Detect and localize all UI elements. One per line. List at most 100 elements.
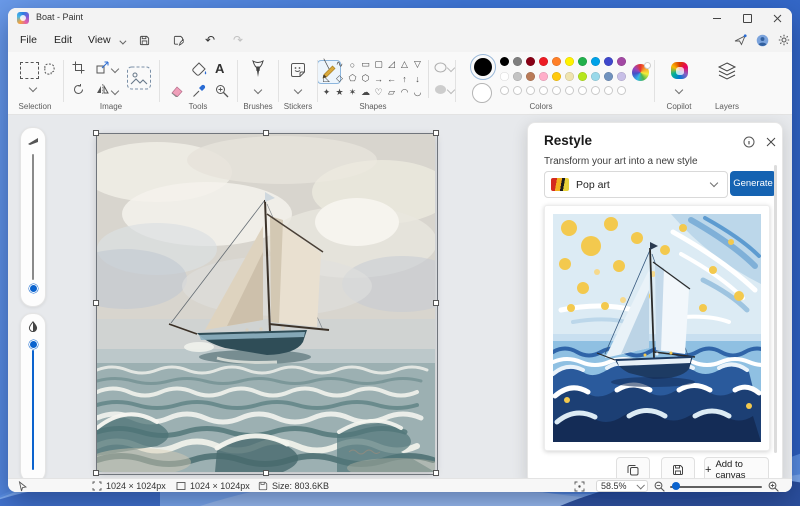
palette-empty-slot[interactable] — [513, 86, 522, 95]
opacity-slider[interactable] — [20, 313, 46, 483]
shape-cell[interactable]: ▽ — [411, 58, 424, 71]
zoom-out-button[interactable] — [654, 480, 665, 492]
close-button[interactable] — [762, 8, 792, 28]
menu-edit[interactable]: Edit — [50, 32, 76, 48]
restyle-close-button[interactable] — [764, 135, 778, 149]
selection-chevron-icon[interactable] — [28, 83, 38, 93]
selection-handle-w[interactable] — [93, 300, 99, 306]
palette-empty-slot[interactable] — [500, 86, 509, 95]
palette-color[interactable] — [552, 57, 561, 66]
brush-size-thumb[interactable] — [28, 284, 38, 293]
zoom-in-button[interactable] — [768, 480, 779, 492]
menu-file[interactable]: File — [16, 32, 41, 48]
palette-color[interactable] — [552, 72, 561, 81]
menu-view[interactable]: View — [84, 32, 115, 48]
restyle-info-button[interactable] — [742, 135, 756, 149]
copilot-icon[interactable] — [671, 62, 688, 79]
palette-color[interactable] — [591, 57, 600, 66]
palette-color[interactable] — [513, 72, 522, 81]
shape-cell[interactable]: △ — [398, 58, 411, 71]
shape-cell[interactable]: ▱ — [385, 86, 398, 99]
selection-handle-se[interactable] — [433, 470, 439, 476]
shape-cell[interactable]: ▢ — [372, 58, 385, 71]
palette-empty-slot[interactable] — [617, 86, 626, 95]
palette-color[interactable] — [526, 57, 535, 66]
flip-chevron-icon[interactable] — [110, 86, 120, 96]
shape-cell[interactable]: ⬠ — [346, 72, 359, 85]
save-as-button[interactable] — [168, 31, 188, 49]
selection-handle-e[interactable] — [433, 300, 439, 306]
palette-empty-slot[interactable] — [552, 86, 561, 95]
palette-color[interactable] — [578, 72, 587, 81]
color1-swatch[interactable] — [470, 54, 496, 80]
fit-to-screen-button[interactable] — [574, 480, 585, 492]
palette-color[interactable] — [500, 57, 509, 66]
rectangle-select-icon[interactable] — [20, 62, 39, 79]
shape-cell[interactable]: ◠ — [398, 86, 411, 99]
minimize-button[interactable] — [702, 8, 732, 28]
shape-cell[interactable]: ⬡ — [359, 72, 372, 85]
copilot-chevron-icon[interactable] — [674, 85, 684, 95]
zoom-slider-thumb[interactable] — [672, 482, 680, 490]
shape-cell[interactable]: ∿ — [333, 58, 346, 71]
layers-icon[interactable] — [717, 61, 737, 81]
palette-empty-slot[interactable] — [539, 86, 548, 95]
eraser-tool-icon[interactable] — [168, 85, 183, 98]
sticker-icon[interactable] — [290, 62, 306, 78]
shape-cell[interactable]: ▭ — [359, 58, 372, 71]
palette-color[interactable] — [565, 57, 574, 66]
shape-cell[interactable]: ○ — [346, 58, 359, 71]
background-removal-icon[interactable] — [126, 64, 152, 92]
palette-empty-slot[interactable] — [604, 86, 613, 95]
shape-cell[interactable]: ← — [385, 72, 398, 85]
stickers-chevron-icon[interactable] — [293, 85, 303, 95]
redo-button[interactable]: ↷ — [228, 31, 248, 49]
eyedropper-tool-icon[interactable] — [192, 84, 206, 98]
opacity-thumb[interactable] — [28, 340, 38, 349]
generate-button[interactable]: Generate — [730, 171, 776, 196]
rotate-icon[interactable] — [72, 83, 85, 96]
palette-color[interactable] — [513, 57, 522, 66]
selection-handle-nw[interactable] — [93, 130, 99, 136]
resize-icon[interactable] — [96, 61, 109, 74]
resize-chevron-icon[interactable] — [110, 64, 120, 74]
outline-chevron-icon[interactable] — [446, 63, 456, 73]
account-button[interactable] — [752, 31, 772, 49]
shape-cell[interactable]: ╲ — [320, 58, 333, 71]
shape-cell[interactable]: ↑ — [398, 72, 411, 85]
flip-icon[interactable] — [96, 83, 109, 96]
settings-button[interactable] — [774, 31, 792, 49]
save-button[interactable] — [134, 31, 154, 49]
share-button[interactable] — [730, 31, 750, 49]
palette-color[interactable] — [604, 57, 613, 66]
crop-icon[interactable] — [72, 61, 85, 74]
shape-cell[interactable]: → — [372, 72, 385, 85]
palette-empty-slot[interactable] — [591, 86, 600, 95]
shape-cell[interactable]: ✶ — [346, 86, 359, 99]
fill-tool-icon[interactable] — [192, 62, 207, 77]
palette-empty-slot[interactable] — [578, 86, 587, 95]
palette-color[interactable] — [565, 72, 574, 81]
palette-color[interactable] — [526, 72, 535, 81]
text-tool-icon[interactable]: A — [215, 61, 224, 76]
maximize-button[interactable] — [732, 8, 762, 28]
shape-cell[interactable]: ↓ — [411, 72, 424, 85]
fill-chevron-icon[interactable] — [446, 85, 456, 95]
magnifier-tool-icon[interactable] — [215, 84, 229, 98]
shape-outline-icon[interactable] — [434, 62, 447, 73]
zoom-slider-track[interactable] — [670, 485, 762, 488]
shape-cell[interactable]: ◇ — [333, 72, 346, 85]
palette-color[interactable] — [617, 72, 626, 81]
palette-color[interactable] — [617, 57, 626, 66]
palette-color[interactable] — [591, 72, 600, 81]
edit-colors-icon[interactable] — [632, 62, 651, 81]
restyle-scrollbar[interactable] — [774, 165, 777, 453]
brushes-chevron-icon[interactable] — [253, 85, 263, 95]
undo-button[interactable]: ↶ — [200, 31, 220, 49]
shape-cell[interactable]: ☁ — [359, 86, 372, 99]
color2-swatch[interactable] — [472, 83, 492, 103]
shape-cell[interactable]: ★ — [333, 86, 346, 99]
style-dropdown[interactable]: Pop art — [544, 171, 728, 198]
palette-color[interactable] — [539, 57, 548, 66]
palette-empty-slot[interactable] — [526, 86, 535, 95]
